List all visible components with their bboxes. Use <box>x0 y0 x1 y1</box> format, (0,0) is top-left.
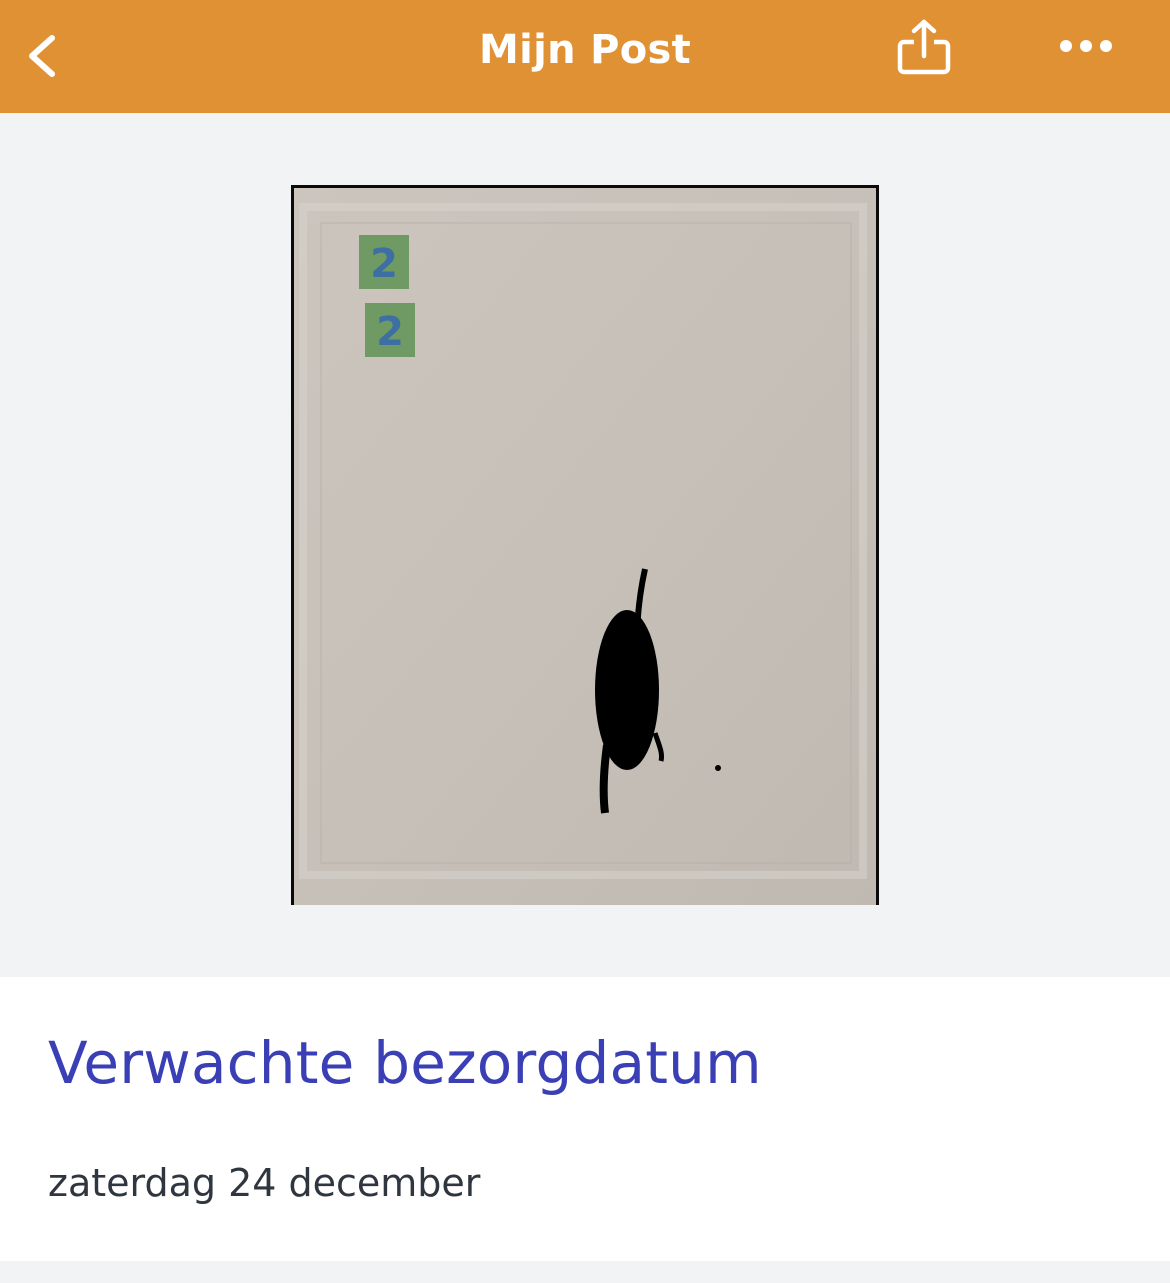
page-title: Mijn Post <box>478 27 692 73</box>
stamp-icon: 2 <box>365 303 415 357</box>
share-icon <box>897 19 951 75</box>
stamp-value: 2 <box>370 241 398 287</box>
share-button[interactable] <box>888 14 960 86</box>
stamp-icon: 2 <box>359 235 409 289</box>
mail-image-area: 2 2 <box>0 113 1170 977</box>
app-header: Mijn Post <box>0 0 1170 113</box>
delivery-info-section: Verwachte bezorgdatum zaterdag 24 decemb… <box>0 977 1170 1261</box>
bottom-divider <box>0 1261 1170 1283</box>
stamp-value: 2 <box>376 309 404 355</box>
mail-item-scan[interactable]: 2 2 <box>291 185 879 905</box>
more-horizontal-icon <box>1060 40 1112 52</box>
expected-delivery-date: zaterdag 24 december <box>48 1161 481 1205</box>
more-options-button[interactable] <box>1048 24 1128 68</box>
envelope-image: 2 2 <box>291 185 879 905</box>
expected-delivery-label: Verwachte bezorgdatum <box>48 1029 762 1097</box>
